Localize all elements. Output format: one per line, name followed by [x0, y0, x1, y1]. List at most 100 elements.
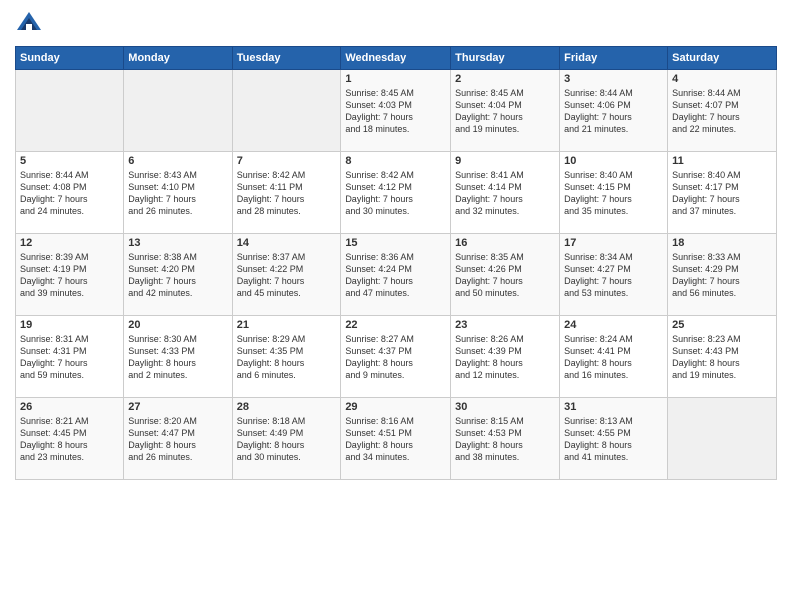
cell-content: Sunrise: 8:21 AM Sunset: 4:45 PM Dayligh… — [20, 415, 119, 464]
calendar-cell: 26 Sunrise: 8:21 AM Sunset: 4:45 PM Dayli… — [16, 398, 124, 480]
day-number: 17 — [564, 237, 663, 249]
day-number: 2 — [455, 73, 555, 85]
day-number: 9 — [455, 155, 555, 167]
calendar-cell: 25 Sunrise: 8:23 AM Sunset: 4:43 PM Dayli… — [668, 316, 777, 398]
logo — [15, 10, 45, 38]
day-number: 19 — [20, 319, 119, 331]
cell-content: Sunrise: 8:41 AM Sunset: 4:14 PM Dayligh… — [455, 169, 555, 218]
calendar-cell: 31Sunrise: 8:13 AM Sunset: 4:55 PM Dayli… — [560, 398, 668, 480]
day-number: 16 — [455, 237, 555, 249]
day-number: 25 — [672, 319, 772, 331]
calendar-cell: 10 Sunrise: 8:40 AM Sunset: 4:15 PM Dayli… — [560, 152, 668, 234]
weekday-header-tuesday: Tuesday — [232, 47, 341, 70]
day-number: 26 — [20, 401, 119, 413]
cell-content: Sunrise: 8:44 AM Sunset: 4:07 PM Dayligh… — [672, 87, 772, 136]
day-number: 10 — [564, 155, 663, 167]
calendar-cell — [232, 70, 341, 152]
calendar-cell: 29 Sunrise: 8:16 AM Sunset: 4:51 PM Dayli… — [341, 398, 451, 480]
cell-content: Sunrise: 8:45 AM Sunset: 4:04 PM Dayligh… — [455, 87, 555, 136]
cell-content: Sunrise: 8:29 AM Sunset: 4:35 PM Dayligh… — [237, 333, 337, 382]
day-number: 6 — [128, 155, 227, 167]
header — [15, 10, 777, 38]
calendar-cell: 5 Sunrise: 8:44 AM Sunset: 4:08 PM Daylig… — [16, 152, 124, 234]
cell-content: Sunrise: 8:31 AM Sunset: 4:31 PM Dayligh… — [20, 333, 119, 382]
day-number: 27 — [128, 401, 227, 413]
calendar-cell: 13 Sunrise: 8:38 AM Sunset: 4:20 PM Dayli… — [124, 234, 232, 316]
calendar-cell: 22 Sunrise: 8:27 AM Sunset: 4:37 PM Dayli… — [341, 316, 451, 398]
cell-content: Sunrise: 8:44 AM Sunset: 4:06 PM Dayligh… — [564, 87, 663, 136]
day-number: 5 — [20, 155, 119, 167]
calendar-cell: 9 Sunrise: 8:41 AM Sunset: 4:14 PM Daylig… — [451, 152, 560, 234]
calendar-cell: 24Sunrise: 8:24 AM Sunset: 4:41 PM Dayli… — [560, 316, 668, 398]
calendar-week-row: 19 Sunrise: 8:31 AM Sunset: 4:31 PM Dayli… — [16, 316, 777, 398]
cell-content: Sunrise: 8:40 AM Sunset: 4:17 PM Dayligh… — [672, 169, 772, 218]
calendar-cell: 17Sunrise: 8:34 AM Sunset: 4:27 PM Dayli… — [560, 234, 668, 316]
cell-content: Sunrise: 8:42 AM Sunset: 4:11 PM Dayligh… — [237, 169, 337, 218]
cell-content: Sunrise: 8:27 AM Sunset: 4:37 PM Dayligh… — [345, 333, 446, 382]
calendar-cell: 15Sunrise: 8:36 AM Sunset: 4:24 PM Dayli… — [341, 234, 451, 316]
weekday-header-row: SundayMondayTuesdayWednesdayThursdayFrid… — [16, 47, 777, 70]
calendar-cell — [124, 70, 232, 152]
day-number: 8 — [345, 155, 446, 167]
day-number: 12 — [20, 237, 119, 249]
cell-content: Sunrise: 8:18 AM Sunset: 4:49 PM Dayligh… — [237, 415, 337, 464]
cell-content: Sunrise: 8:37 AM Sunset: 4:22 PM Dayligh… — [237, 251, 337, 300]
cell-content: Sunrise: 8:35 AM Sunset: 4:26 PM Dayligh… — [455, 251, 555, 300]
calendar-cell: 20Sunrise: 8:30 AM Sunset: 4:33 PM Dayli… — [124, 316, 232, 398]
logo-icon — [15, 10, 43, 38]
weekday-header-sunday: Sunday — [16, 47, 124, 70]
weekday-header-saturday: Saturday — [668, 47, 777, 70]
calendar-week-row: 1 Sunrise: 8:45 AM Sunset: 4:03 PM Daylig… — [16, 70, 777, 152]
calendar-cell: 3Sunrise: 8:44 AM Sunset: 4:06 PM Daylig… — [560, 70, 668, 152]
cell-content: Sunrise: 8:40 AM Sunset: 4:15 PM Dayligh… — [564, 169, 663, 218]
cell-content: Sunrise: 8:16 AM Sunset: 4:51 PM Dayligh… — [345, 415, 446, 464]
day-number: 14 — [237, 237, 337, 249]
calendar-week-row: 5 Sunrise: 8:44 AM Sunset: 4:08 PM Daylig… — [16, 152, 777, 234]
calendar-cell: 28 Sunrise: 8:18 AM Sunset: 4:49 PM Dayli… — [232, 398, 341, 480]
weekday-header-monday: Monday — [124, 47, 232, 70]
weekday-header-wednesday: Wednesday — [341, 47, 451, 70]
cell-content: Sunrise: 8:44 AM Sunset: 4:08 PM Dayligh… — [20, 169, 119, 218]
cell-content: Sunrise: 8:42 AM Sunset: 4:12 PM Dayligh… — [345, 169, 446, 218]
day-number: 29 — [345, 401, 446, 413]
calendar-cell: 14 Sunrise: 8:37 AM Sunset: 4:22 PM Dayli… — [232, 234, 341, 316]
cell-content: Sunrise: 8:38 AM Sunset: 4:20 PM Dayligh… — [128, 251, 227, 300]
cell-content: Sunrise: 8:30 AM Sunset: 4:33 PM Dayligh… — [128, 333, 227, 382]
calendar-cell: 2 Sunrise: 8:45 AM Sunset: 4:04 PM Daylig… — [451, 70, 560, 152]
calendar-cell: 11 Sunrise: 8:40 AM Sunset: 4:17 PM Dayli… — [668, 152, 777, 234]
cell-content: Sunrise: 8:45 AM Sunset: 4:03 PM Dayligh… — [345, 87, 446, 136]
calendar-cell: 19 Sunrise: 8:31 AM Sunset: 4:31 PM Dayli… — [16, 316, 124, 398]
day-number: 7 — [237, 155, 337, 167]
calendar-week-row: 26 Sunrise: 8:21 AM Sunset: 4:45 PM Dayli… — [16, 398, 777, 480]
cell-content: Sunrise: 8:15 AM Sunset: 4:53 PM Dayligh… — [455, 415, 555, 464]
calendar-cell: 12 Sunrise: 8:39 AM Sunset: 4:19 PM Dayli… — [16, 234, 124, 316]
day-number: 28 — [237, 401, 337, 413]
day-number: 15 — [345, 237, 446, 249]
cell-content: Sunrise: 8:20 AM Sunset: 4:47 PM Dayligh… — [128, 415, 227, 464]
calendar-cell: 21 Sunrise: 8:29 AM Sunset: 4:35 PM Dayli… — [232, 316, 341, 398]
weekday-header-friday: Friday — [560, 47, 668, 70]
calendar-cell: 30 Sunrise: 8:15 AM Sunset: 4:53 PM Dayli… — [451, 398, 560, 480]
day-number: 13 — [128, 237, 227, 249]
calendar-cell — [668, 398, 777, 480]
day-number: 11 — [672, 155, 772, 167]
calendar-cell: 18Sunrise: 8:33 AM Sunset: 4:29 PM Dayli… — [668, 234, 777, 316]
day-number: 18 — [672, 237, 772, 249]
cell-content: Sunrise: 8:13 AM Sunset: 4:55 PM Dayligh… — [564, 415, 663, 464]
cell-content: Sunrise: 8:23 AM Sunset: 4:43 PM Dayligh… — [672, 333, 772, 382]
calendar-cell: 6 Sunrise: 8:43 AM Sunset: 4:10 PM Daylig… — [124, 152, 232, 234]
cell-content: Sunrise: 8:26 AM Sunset: 4:39 PM Dayligh… — [455, 333, 555, 382]
calendar-cell: 1 Sunrise: 8:45 AM Sunset: 4:03 PM Daylig… — [341, 70, 451, 152]
cell-content: Sunrise: 8:39 AM Sunset: 4:19 PM Dayligh… — [20, 251, 119, 300]
calendar-cell: 7 Sunrise: 8:42 AM Sunset: 4:11 PM Daylig… — [232, 152, 341, 234]
day-number: 21 — [237, 319, 337, 331]
cell-content: Sunrise: 8:43 AM Sunset: 4:10 PM Dayligh… — [128, 169, 227, 218]
calendar-week-row: 12 Sunrise: 8:39 AM Sunset: 4:19 PM Dayli… — [16, 234, 777, 316]
day-number: 4 — [672, 73, 772, 85]
day-number: 24 — [564, 319, 663, 331]
day-number: 1 — [345, 73, 446, 85]
day-number: 23 — [455, 319, 555, 331]
calendar-table: SundayMondayTuesdayWednesdayThursdayFrid… — [15, 46, 777, 480]
day-number: 22 — [345, 319, 446, 331]
day-number: 30 — [455, 401, 555, 413]
